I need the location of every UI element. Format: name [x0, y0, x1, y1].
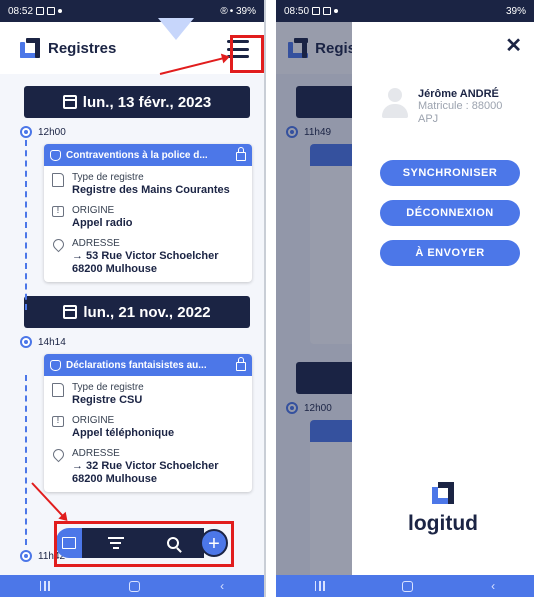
- hand-icon: [50, 149, 61, 161]
- date-banner: lun., 21 nov., 2022: [24, 296, 250, 328]
- time-label: 12h00: [38, 126, 66, 138]
- date-banner: lun., 13 févr., 2023: [24, 86, 250, 118]
- register-type-field: Type de registre Registre CSU: [52, 382, 244, 407]
- user-name: Jérôme ANDRÉ: [418, 88, 499, 100]
- field-value: Registre CSU: [72, 394, 143, 406]
- brand-block: logitud: [352, 482, 534, 536]
- recent-apps-icon[interactable]: [314, 581, 325, 591]
- status-time: 08:50: [284, 5, 310, 17]
- date-label: lun., 13 févr., 2023: [82, 93, 212, 111]
- field-value: → 53 Rue Victor Schoelcher: [72, 250, 219, 262]
- time-marker: 12h00: [20, 124, 264, 140]
- to-send-button[interactable]: À ENVOYER: [380, 240, 520, 266]
- scrim-overlay[interactable]: [276, 22, 356, 575]
- logitud-logo-icon: [20, 38, 40, 58]
- field-label: ADRESSE: [72, 238, 120, 249]
- field-label: Type de registre: [72, 172, 144, 183]
- document-icon: [52, 173, 64, 187]
- logout-button[interactable]: DÉCONNEXION: [380, 200, 520, 226]
- user-info: Jérôme ANDRÉ Matricule : 88000 APJ: [382, 88, 502, 126]
- megaphone-icon: [50, 359, 61, 371]
- register-card[interactable]: Contraventions à la police d... Type de …: [44, 144, 252, 282]
- calendar-icon: [62, 95, 77, 109]
- field-value-city: 68200 Mulhouse: [72, 263, 157, 275]
- status-bar: 08:50 39%: [276, 0, 534, 22]
- right-phone-screen: 08:50 39% Regis 11h49 12h00 ✕ Jérôme AND…: [276, 0, 534, 597]
- status-bar: 08:52 ® • 39%: [0, 0, 264, 22]
- calendar-icon: [63, 305, 78, 319]
- home-icon[interactable]: [129, 580, 141, 592]
- timeline-dot-icon: [20, 126, 32, 138]
- location-pin-icon: [50, 446, 67, 463]
- origin-field: ! ORIGINE Appel téléphonique: [52, 415, 244, 440]
- lock-icon: [236, 147, 246, 161]
- field-value-city: 68200 Mulhouse: [72, 473, 157, 485]
- back-icon[interactable]: ‹: [220, 579, 224, 593]
- dot-icon: [58, 9, 63, 13]
- dot-icon: [334, 9, 339, 13]
- register-card[interactable]: Déclarations fantaisistes au... Type de …: [44, 354, 252, 492]
- field-value: Appel téléphonique: [72, 427, 175, 439]
- time-marker: 14h14: [20, 334, 264, 350]
- notification-icon: [47, 7, 56, 15]
- pull-down-tab[interactable]: [158, 18, 194, 40]
- status-time: 08:52: [8, 5, 34, 17]
- alert-icon: !: [52, 206, 64, 217]
- notification-icon: [323, 7, 332, 15]
- address-field: ADRESSE → 53 Rue Victor Schoelcher 68200 M…: [50, 236, 244, 276]
- side-drawer: ✕ Jérôme ANDRÉ Matricule : 88000 APJ SYN…: [352, 22, 534, 575]
- home-icon[interactable]: [402, 580, 414, 592]
- origin-field: ! ORIGINE Appel radio: [52, 205, 244, 230]
- timeline-dot-icon: [20, 336, 32, 348]
- address-field: ADRESSE → 32 Rue Victor Schoelcher 68200 M…: [50, 446, 244, 486]
- register-type-field: Type de registre Registre des Mains Coura…: [52, 172, 244, 197]
- field-value: Appel radio: [72, 217, 133, 229]
- android-nav-bar: ‹: [0, 575, 264, 597]
- field-label: Type de registre: [72, 382, 144, 393]
- user-role: APJ: [418, 113, 439, 125]
- location-pin-icon: [50, 236, 67, 253]
- card-title: Contraventions à la police d...: [66, 149, 208, 161]
- timeline-line: [25, 375, 27, 545]
- app-header: Registres: [0, 18, 264, 74]
- field-label: ADRESSE: [72, 448, 120, 459]
- close-icon[interactable]: ✕: [505, 36, 522, 56]
- android-nav-bar: ‹: [276, 575, 534, 597]
- notification-icon: [36, 7, 45, 15]
- status-battery: ® • 39%: [220, 5, 256, 17]
- annotation-box-menu: [230, 35, 264, 73]
- date-label: lun., 21 nov., 2022: [83, 303, 211, 321]
- recent-apps-icon[interactable]: [39, 581, 50, 591]
- annotation-box-toolbar: [54, 521, 234, 567]
- document-icon: [52, 383, 64, 397]
- page-title: Registres: [48, 39, 117, 57]
- card-header: Contraventions à la police d...: [44, 144, 252, 166]
- timeline-line: [25, 140, 27, 310]
- sync-button[interactable]: SYNCHRONISER: [380, 160, 520, 186]
- user-matricule: Matricule : 88000: [418, 100, 503, 112]
- notification-icon: [312, 7, 321, 15]
- timeline-dot-icon: [20, 550, 32, 562]
- left-phone-screen: 08:52 ® • 39% Registres lun., 13 févr., …: [0, 0, 266, 597]
- field-label: ORIGINE: [72, 415, 115, 426]
- status-battery: 39%: [505, 5, 526, 17]
- lock-icon: [236, 357, 246, 371]
- card-header: Déclarations fantaisistes au...: [44, 354, 252, 376]
- alert-icon: !: [52, 416, 64, 427]
- field-label: ORIGINE: [72, 205, 115, 216]
- avatar-icon: [382, 88, 408, 118]
- brand-name: logitud: [408, 512, 478, 535]
- field-value: → 32 Rue Victor Schoelcher: [72, 460, 219, 472]
- card-title: Déclarations fantaisistes au...: [66, 359, 207, 371]
- back-icon[interactable]: ‹: [491, 579, 495, 593]
- time-label: 14h14: [38, 336, 66, 348]
- logitud-logo-icon: [432, 482, 454, 504]
- field-value: Registre des Mains Courantes: [72, 184, 230, 196]
